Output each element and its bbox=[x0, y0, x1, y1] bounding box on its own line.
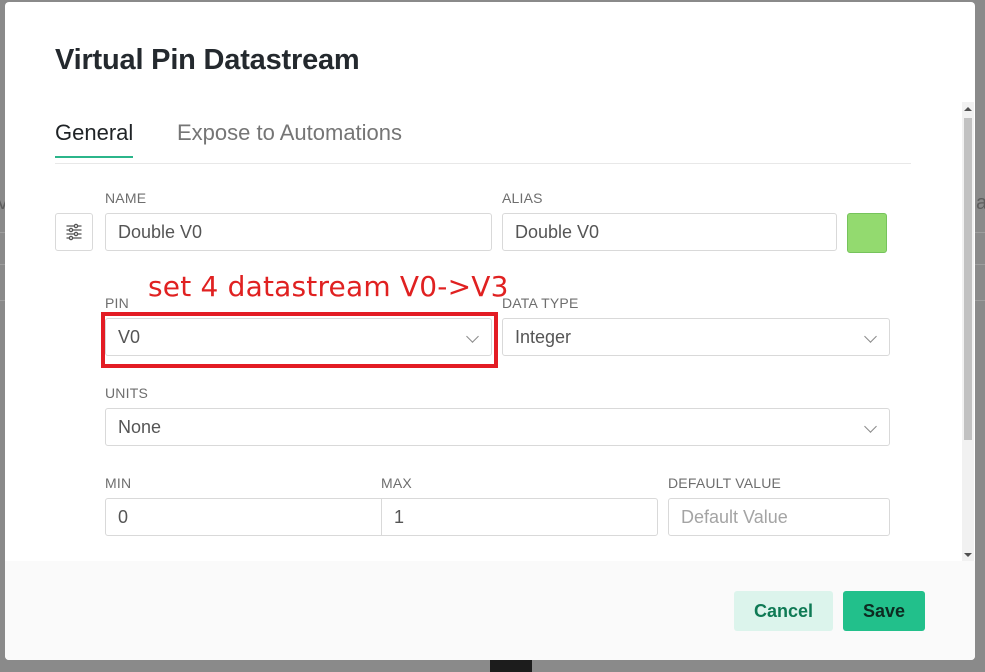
name-label: NAME bbox=[105, 190, 147, 206]
default-value-input[interactable]: Default Value bbox=[668, 498, 890, 536]
datastream-modal: Virtual Pin Datastream General Expose to… bbox=[5, 2, 975, 660]
color-picker-swatch[interactable] bbox=[847, 213, 887, 253]
units-label: UNITS bbox=[105, 385, 148, 401]
annotation-highlight-box bbox=[101, 312, 498, 368]
scroll-thumb[interactable] bbox=[964, 118, 972, 440]
tab-general[interactable]: General bbox=[55, 120, 134, 158]
scroll-up-icon[interactable] bbox=[964, 107, 972, 111]
min-label: MIN bbox=[105, 475, 132, 491]
chevron-down-icon bbox=[864, 420, 877, 433]
units-select[interactable]: None bbox=[105, 408, 890, 446]
backdrop-text-right: as bbox=[976, 192, 985, 214]
data-type-select[interactable]: Integer bbox=[502, 318, 890, 356]
chevron-down-icon bbox=[864, 330, 877, 343]
scroll-down-icon[interactable] bbox=[964, 553, 972, 557]
default-value-label: DEFAULT VALUE bbox=[668, 475, 782, 491]
pin-label: PIN bbox=[105, 295, 129, 311]
max-label: MAX bbox=[381, 475, 412, 491]
min-input[interactable]: 0 bbox=[105, 498, 382, 536]
modal-title: Virtual Pin Datastream bbox=[55, 44, 360, 76]
scrollbar[interactable] bbox=[962, 102, 974, 562]
max-input[interactable]: 1 bbox=[381, 498, 658, 536]
name-input[interactable]: Double V0 bbox=[105, 213, 492, 251]
datastream-settings-button[interactable] bbox=[55, 213, 93, 251]
data-type-select-value: Integer bbox=[515, 327, 572, 347]
annotation-text: set 4 datastream V0->V3 bbox=[148, 270, 509, 303]
data-type-label: DATA TYPE bbox=[502, 295, 579, 311]
sliders-icon bbox=[66, 223, 82, 241]
tab-expose-to-automations[interactable]: Expose to Automations bbox=[177, 120, 402, 156]
cancel-button[interactable]: Cancel bbox=[734, 591, 833, 631]
backdrop-element bbox=[490, 660, 532, 672]
alias-label: ALIAS bbox=[502, 190, 543, 206]
save-button[interactable]: Save bbox=[843, 591, 925, 631]
alias-input[interactable]: Double V0 bbox=[502, 213, 837, 251]
modal-footer: Cancel Save bbox=[5, 561, 975, 660]
tab-bar: General Expose to Automations bbox=[55, 120, 911, 164]
units-select-value: None bbox=[118, 417, 162, 437]
